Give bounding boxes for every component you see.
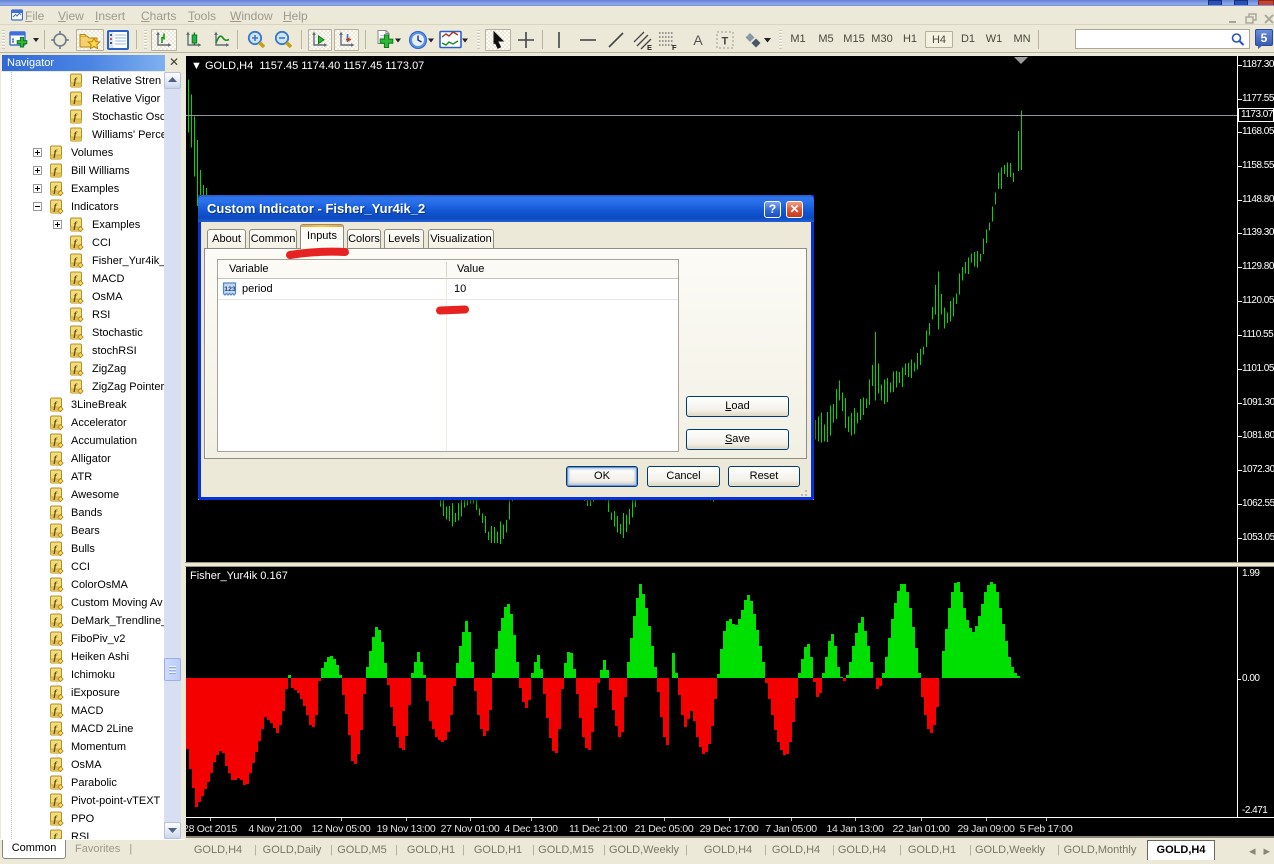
- svg-text:T: T: [722, 36, 729, 48]
- svg-text:123: 123: [224, 286, 236, 293]
- svg-text:E: E: [647, 43, 652, 51]
- svg-text:F: F: [672, 43, 677, 51]
